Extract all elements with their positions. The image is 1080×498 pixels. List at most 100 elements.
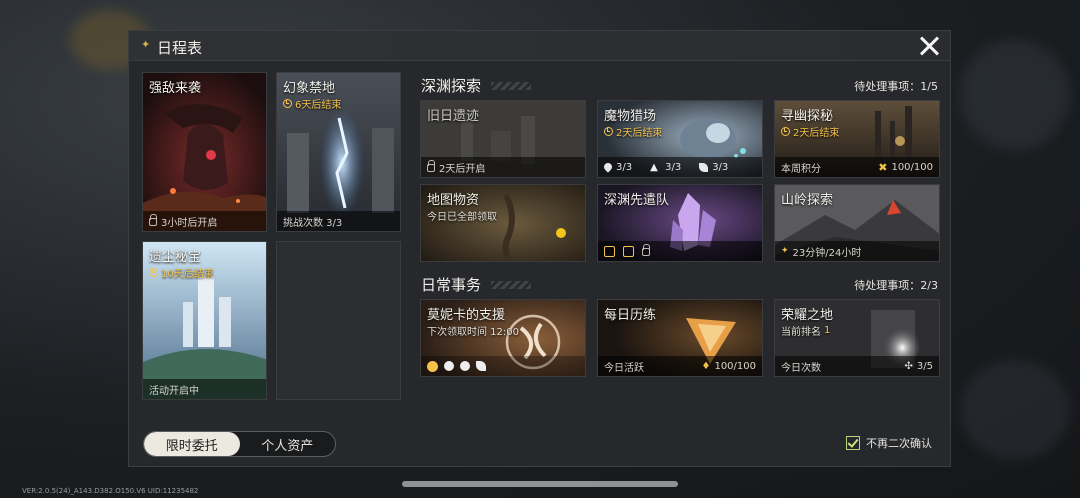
card-subtitle: 下次领取时间 12:00 — [427, 327, 519, 338]
activity-display: ♦ 100/100 — [701, 361, 756, 372]
daily-section-title: 日常事务 — [421, 276, 482, 294]
daily-pending: 待处理事项：2/3 — [854, 279, 938, 292]
section-decoration — [491, 82, 531, 90]
checkbox[interactable] — [846, 436, 860, 450]
close-icon[interactable] — [916, 33, 942, 59]
card-title: 山岭探索 — [781, 193, 834, 208]
card-icons — [598, 241, 762, 261]
card-dust-treasure[interactable]: 遗尘秘宝 10天后结束 活动开启中 — [142, 241, 267, 400]
card-footer: ✦ 23分钟/24小时 — [775, 241, 939, 261]
timer-text: 6天后结束 — [295, 100, 342, 111]
card-title: 幻象禁地 — [283, 81, 336, 96]
timer-text: 10天后结束 — [161, 269, 214, 280]
card-footer: 活动开启中 — [143, 379, 266, 399]
card-strong-enemy[interactable]: 强敌来袭 3小时后开启 — [142, 72, 267, 232]
card-footer: 本周积分 ✖ 100/100 — [775, 157, 939, 177]
card-timer: 2天后结束 — [781, 124, 839, 139]
water-drop-icon — [602, 161, 614, 173]
card-footer: 2天后开启 — [421, 157, 585, 177]
clock-icon — [149, 268, 158, 277]
attempts-display: ✣ 3/5 — [905, 361, 933, 372]
stat-value: 3/3 — [665, 161, 682, 173]
version-text: VER:2.0.5(24)_A143.D382.O150.V6 UID:1123… — [22, 487, 199, 495]
clock-icon — [604, 127, 613, 136]
reward-icon-1 — [604, 245, 615, 257]
tab-switcher: 限时委托 个人资产 — [143, 431, 336, 457]
card-old-ruins[interactable]: 旧日遗迹 2天后开启 — [420, 100, 586, 178]
card-footer: 今日次数 ✣ 3/5 — [775, 356, 939, 376]
resource-icons — [421, 356, 585, 376]
points-icon: ✖ — [878, 160, 888, 174]
panel-title: 日程表 — [157, 39, 203, 57]
flame-icon: ▲ — [650, 161, 658, 173]
clock-icon — [781, 127, 790, 136]
stat-value: 3/3 — [616, 161, 633, 173]
card-title: 深渊先遣队 — [604, 193, 670, 208]
rank-label: 当前排名 — [781, 327, 821, 338]
attempts-value: 3/5 — [916, 360, 933, 372]
no-confirm-toggle[interactable]: 不再二次确认 — [846, 435, 932, 451]
empty-slot — [276, 241, 401, 400]
card-title: 遗尘秘宝 — [149, 250, 202, 265]
card-mountain-explore[interactable]: 山岭探索 ✦ 23分钟/24小时 — [774, 184, 940, 262]
card-timer: 10天后结束 — [149, 265, 214, 280]
abyss-section-title: 深渊探索 — [421, 77, 482, 95]
score-display: ✖ 100/100 — [878, 161, 933, 174]
card-footer-text: 今日活跃 — [604, 362, 644, 374]
card-secret-seek[interactable]: 寻幽探秘 2天后结束 本周积分 ✖ 100/100 — [774, 100, 940, 178]
card-map-supplies[interactable]: 地图物资 今日已全部领取 — [420, 184, 586, 262]
card-footer-text: 23分钟/24小时 — [792, 247, 862, 259]
feather-icon — [476, 361, 486, 371]
sparkle-icon: ✦ — [141, 38, 151, 51]
card-footer: 今日活跃 ♦ 100/100 — [598, 356, 762, 376]
tab-personal-assets[interactable]: 个人资产 — [240, 432, 336, 456]
card-title: 地图物资 — [427, 193, 480, 208]
card-title: 每日历练 — [604, 308, 657, 323]
card-footer-text: 活动开启中 — [149, 385, 199, 397]
section-decoration — [491, 281, 531, 289]
tab-limited-commission[interactable]: 限时委托 — [144, 432, 240, 456]
card-rank: 当前排名 1 — [781, 323, 830, 338]
card-title: 荣耀之地 — [781, 308, 834, 323]
card-daily-training[interactable]: 每日历练 今日活跃 ♦ 100/100 — [597, 299, 763, 377]
card-timer: 6天后结束 — [283, 96, 341, 111]
card-footer-text: 3小时后开启 — [161, 217, 218, 229]
sword-icon: ✣ — [904, 360, 913, 372]
checkbox-label: 不再二次确认 — [866, 437, 932, 450]
card-stats: 3/3 ▲ 3/3 3/3 — [598, 157, 762, 177]
sparkle-icon: ✦ — [781, 246, 789, 256]
stat-fire: ▲ 3/3 — [650, 162, 681, 173]
card-monster-hunt[interactable]: 魔物猎场 2天后结束 3/3 ▲ 3/3 3/3 — [597, 100, 763, 178]
card-footer-text: 挑战次数 3/3 — [283, 217, 343, 229]
lock-icon — [427, 160, 435, 172]
timer-text: 2天后结束 — [616, 128, 663, 139]
card-abyss-vanguard[interactable]: 深渊先遣队 — [597, 184, 763, 262]
flame-icon: ♦ — [701, 360, 711, 372]
card-subtitle: 今日已全部领取 — [427, 212, 497, 223]
card-title: 旧日遗迹 — [427, 109, 480, 124]
card-glory-land[interactable]: 荣耀之地 当前排名 1 今日次数 ✣ 3/5 — [774, 299, 940, 377]
card-title: 魔物猎场 — [604, 109, 657, 124]
card-title: 莫妮卡的支援 — [427, 308, 506, 323]
stat-water: 3/3 — [602, 161, 633, 173]
card-footer-text: 本周积分 — [781, 163, 821, 175]
schedule-panel: ✦ 日程表 强敌来袭 3小时后开启 幻象禁地 6天后结束 挑战次数 3/3 遗尘… — [128, 30, 951, 467]
lock-icon — [642, 244, 650, 256]
strong-enemy-art — [143, 73, 266, 231]
reward-icon-2 — [623, 245, 634, 257]
card-footer-text: 今日次数 — [781, 362, 821, 374]
home-indicator[interactable] — [402, 481, 678, 487]
gear-material-icon — [460, 361, 470, 371]
card-title: 寻幽探秘 — [781, 109, 834, 124]
card-illusion-zone[interactable]: 幻象禁地 6天后结束 挑战次数 3/3 — [276, 72, 401, 232]
lock-icon — [149, 214, 157, 226]
title-bar: ✦ 日程表 — [129, 31, 950, 61]
timer-text: 2天后结束 — [793, 128, 840, 139]
leaf-icon — [699, 162, 709, 172]
card-monica-support[interactable]: 莫妮卡的支援 下次领取时间 12:00 — [420, 299, 586, 377]
card-footer: 挑战次数 3/3 — [277, 211, 400, 231]
card-footer: 3小时后开启 — [143, 211, 266, 231]
clock-icon — [283, 99, 292, 108]
activity-value: 100/100 — [714, 360, 756, 372]
score-value: 100/100 — [891, 161, 933, 173]
